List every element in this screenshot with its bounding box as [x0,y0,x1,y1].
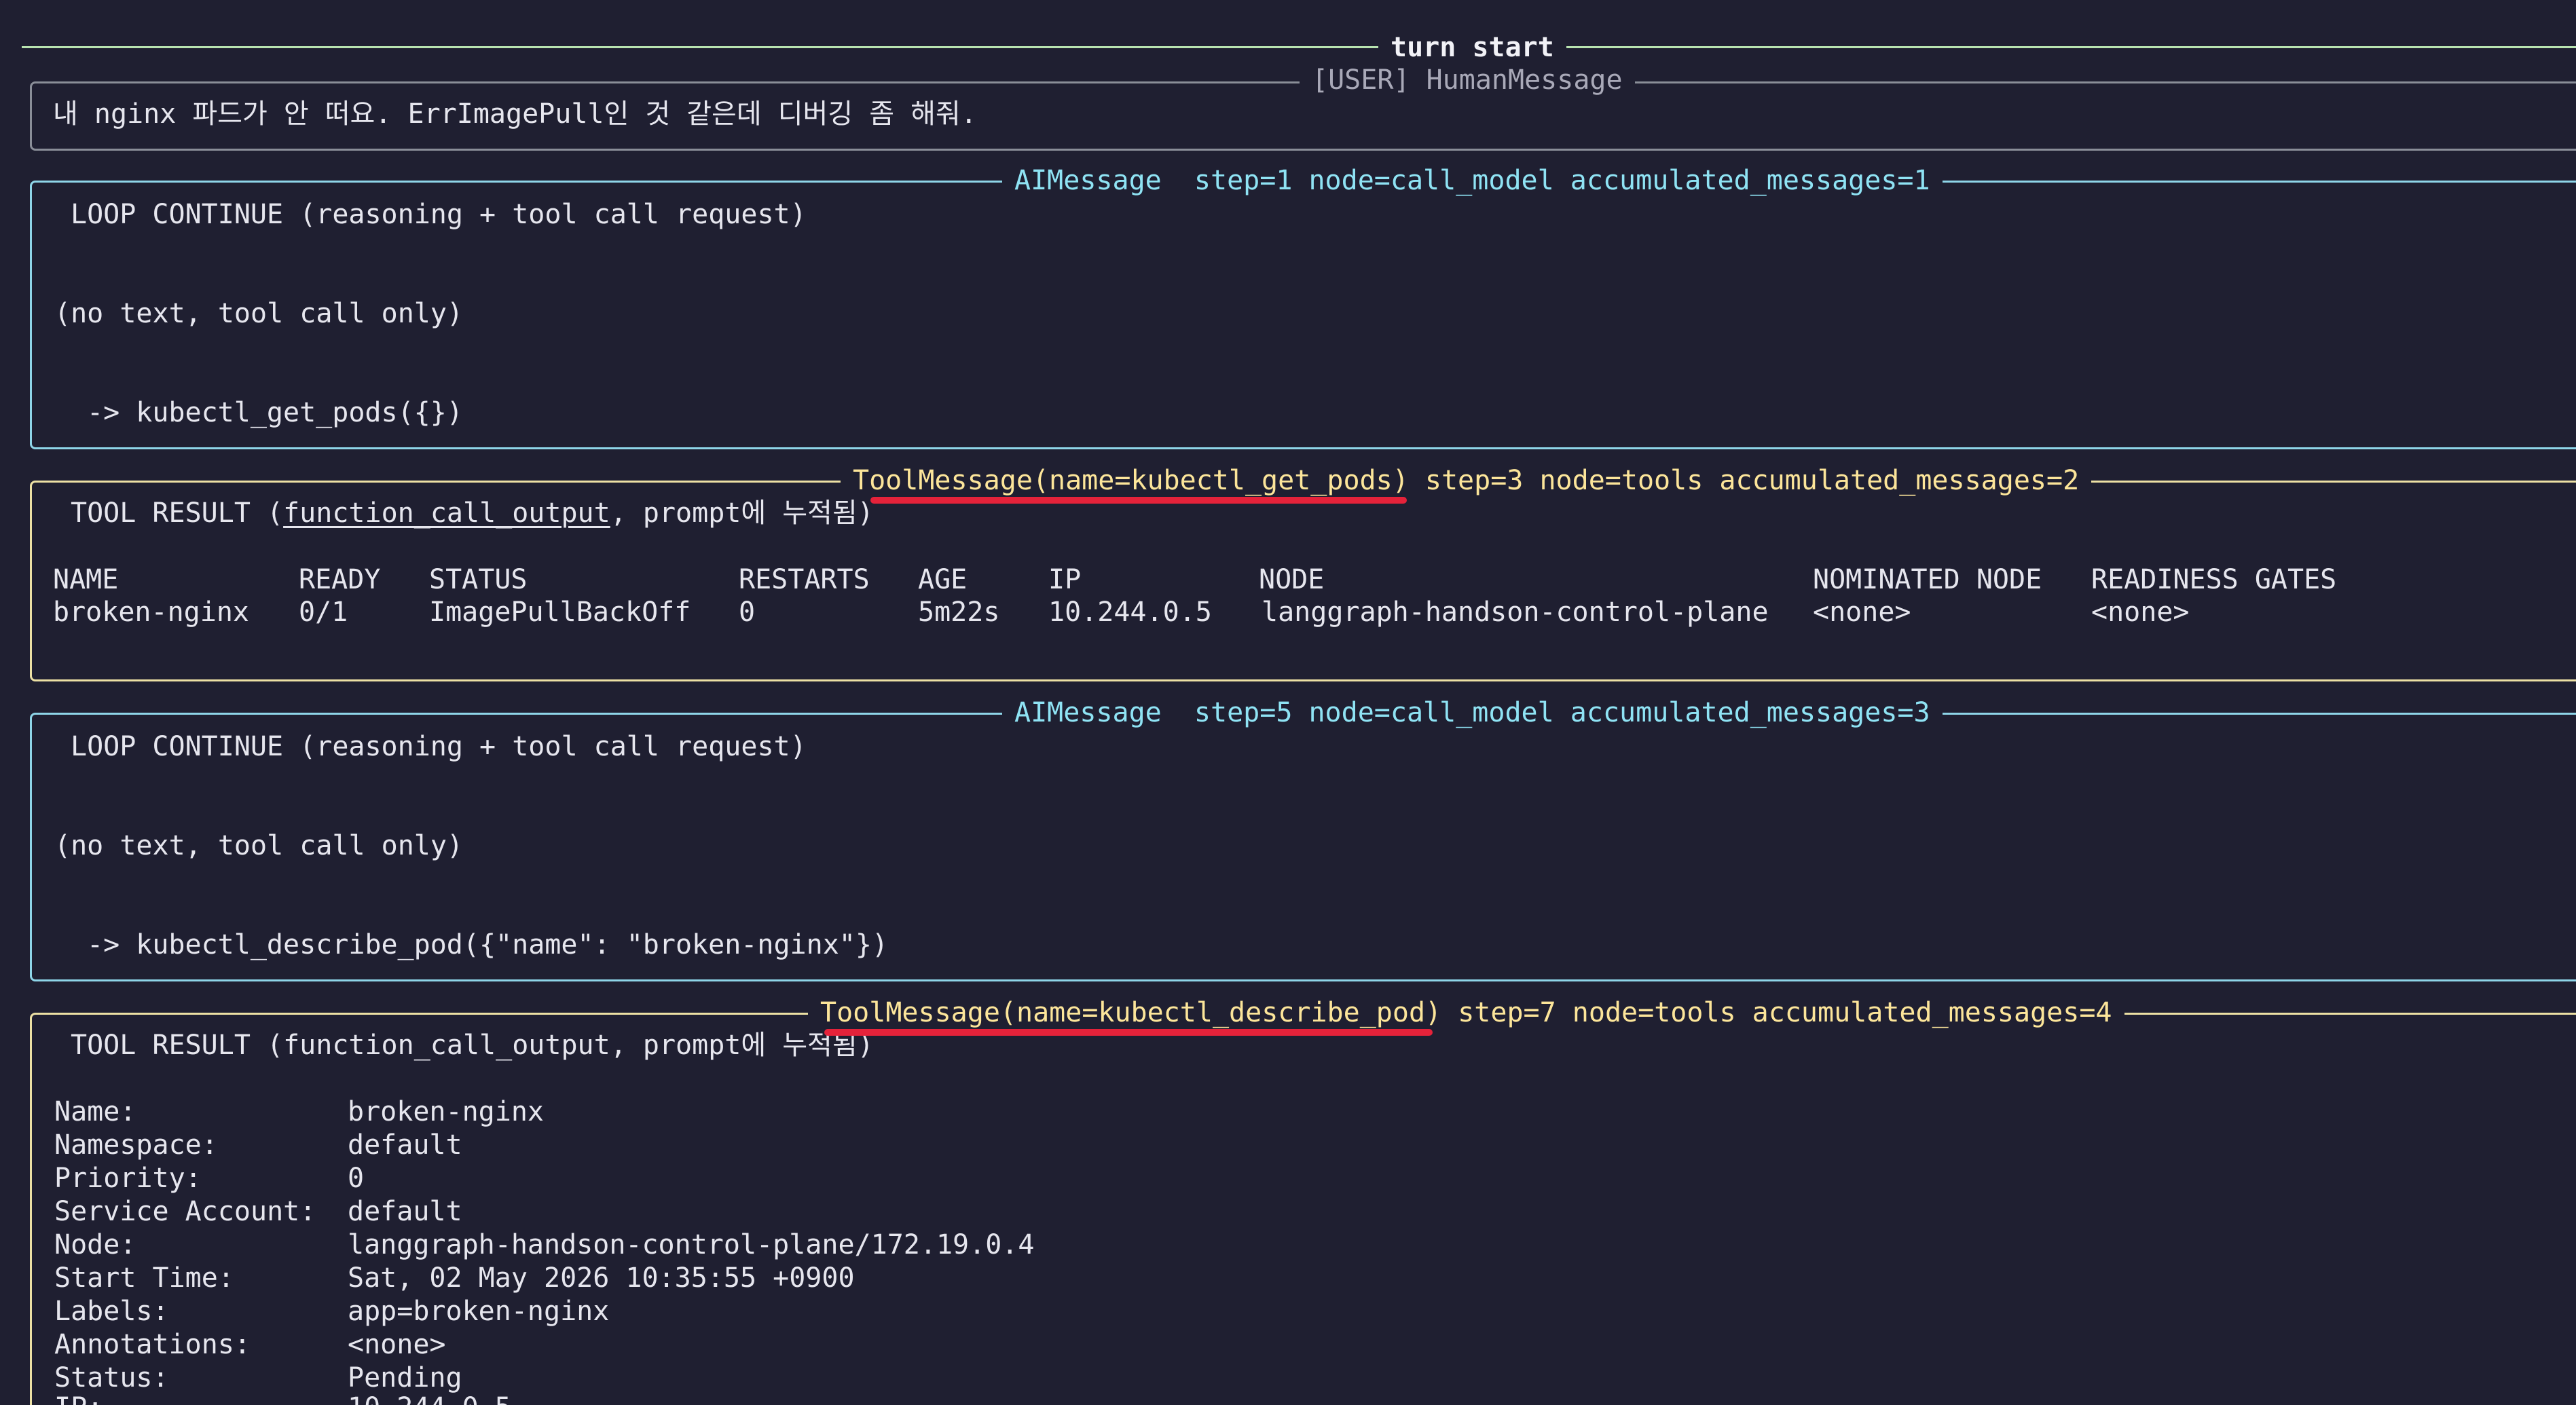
cell-status: ImagePullBackOff [429,597,691,628]
tool-message-name-1: ToolMessage(name=kubectl_get_pods) [853,465,1409,496]
ai-tool-call-1: -> kubectl_get_pods({}) [87,397,463,428]
field-value: default [348,1196,462,1227]
ai-note-1: (no text, tool call only) [54,298,464,329]
cell-name: broken-nginx [53,597,249,628]
field-value: <none> [348,1329,446,1360]
ai-loop-status-1: LOOP CONTINUE (reasoning + tool call req… [71,199,807,230]
field-value: 0 [348,1163,365,1194]
col-readiness-gates: READINESS GATES [2091,564,2337,595]
field-value: Pending [348,1362,462,1393]
col-ready: READY [299,564,381,595]
cell-nominated-node: <none> [1813,597,1911,628]
ai-loop-status-2: LOOP CONTINUE (reasoning + tool call req… [71,731,807,762]
tool-message-meta-2: step=7 node=tools accumulated_messages=4 [1441,997,2112,1028]
field-value: app=broken-nginx [348,1296,610,1327]
col-node: NODE [1259,564,1325,595]
ai-message-header-1: AIMessage step=1 node=call_model accumul… [1002,164,1943,197]
field-key: Status: [54,1362,169,1393]
cell-ready: 0/1 [299,597,348,628]
field-value: 10.244.0.5 [348,1391,511,1405]
ai-note-2: (no text, tool call only) [54,830,464,861]
tool-result-prefix-1: TOOL RESULT ( [71,498,284,529]
field-value: Sat, 02 May 2026 10:35:55 +0900 [348,1262,855,1294]
tool-result-status-1: TOOL RESULT (function_call_output, promp… [71,497,874,529]
cell-node: langgraph-handson-control-plane [1262,597,1769,628]
field-value: langgraph-handson-control-plane/172.19.0… [348,1229,1035,1260]
tool-message-header-1: ToolMessage(name=kubectl_get_pods) step=… [841,464,2092,497]
human-message-header: [USER] HumanMessage [1300,64,1635,96]
field-key: Node: [54,1229,136,1260]
human-message-text: 내 nginx 파드가 안 떠요. ErrImagePull인 것 같은데 디버… [53,98,977,130]
field-key: Name: [54,1096,136,1127]
field-key: Annotations: [54,1329,251,1360]
ai-tool-call-2: -> kubectl_describe_pod({"name": "broken… [87,929,889,960]
ai-message-header-2: AIMessage step=5 node=call_model accumul… [1002,696,1943,729]
field-key: Priority: [54,1163,202,1194]
tool-result-underlined-1: function_call_output [283,498,610,529]
field-key: Namespace: [54,1129,218,1161]
highlight-underline-1 [870,497,1407,504]
field-key: IP: [54,1391,103,1405]
col-status: STATUS [429,564,528,595]
field-key: Start Time: [54,1262,234,1294]
cell-readiness-gates: <none> [2091,597,2190,628]
tool-message-name-2: ToolMessage(name=kubectl_describe_pod) [820,997,1442,1028]
cell-restarts: 0 [739,597,756,628]
turn-start-rule [22,46,2576,48]
col-nominated-node: NOMINATED NODE [1813,564,2042,595]
col-restarts: RESTARTS [739,564,870,595]
field-key: Labels: [54,1296,169,1327]
tool-message-meta-1: step=3 node=tools accumulated_messages=2 [1408,465,2080,496]
col-age: AGE [918,564,968,595]
col-name: NAME [53,564,119,595]
field-key: Service Account: [54,1196,316,1227]
turn-start-label: turn start [1378,31,1566,64]
field-value: broken-nginx [348,1096,544,1127]
tool-result-suffix-1: , prompt에 누적됨) [610,498,874,529]
cell-ip: 10.244.0.5 [1048,597,1212,628]
highlight-underline-2 [824,1029,1433,1036]
col-ip: IP [1048,564,1082,595]
cell-age: 5m22s [918,597,1000,628]
field-value: default [348,1129,462,1161]
tool-result-status-2: TOOL RESULT (function_call_output, promp… [71,1030,874,1061]
tool-message-header-2: ToolMessage(name=kubectl_describe_pod) s… [808,996,2124,1029]
